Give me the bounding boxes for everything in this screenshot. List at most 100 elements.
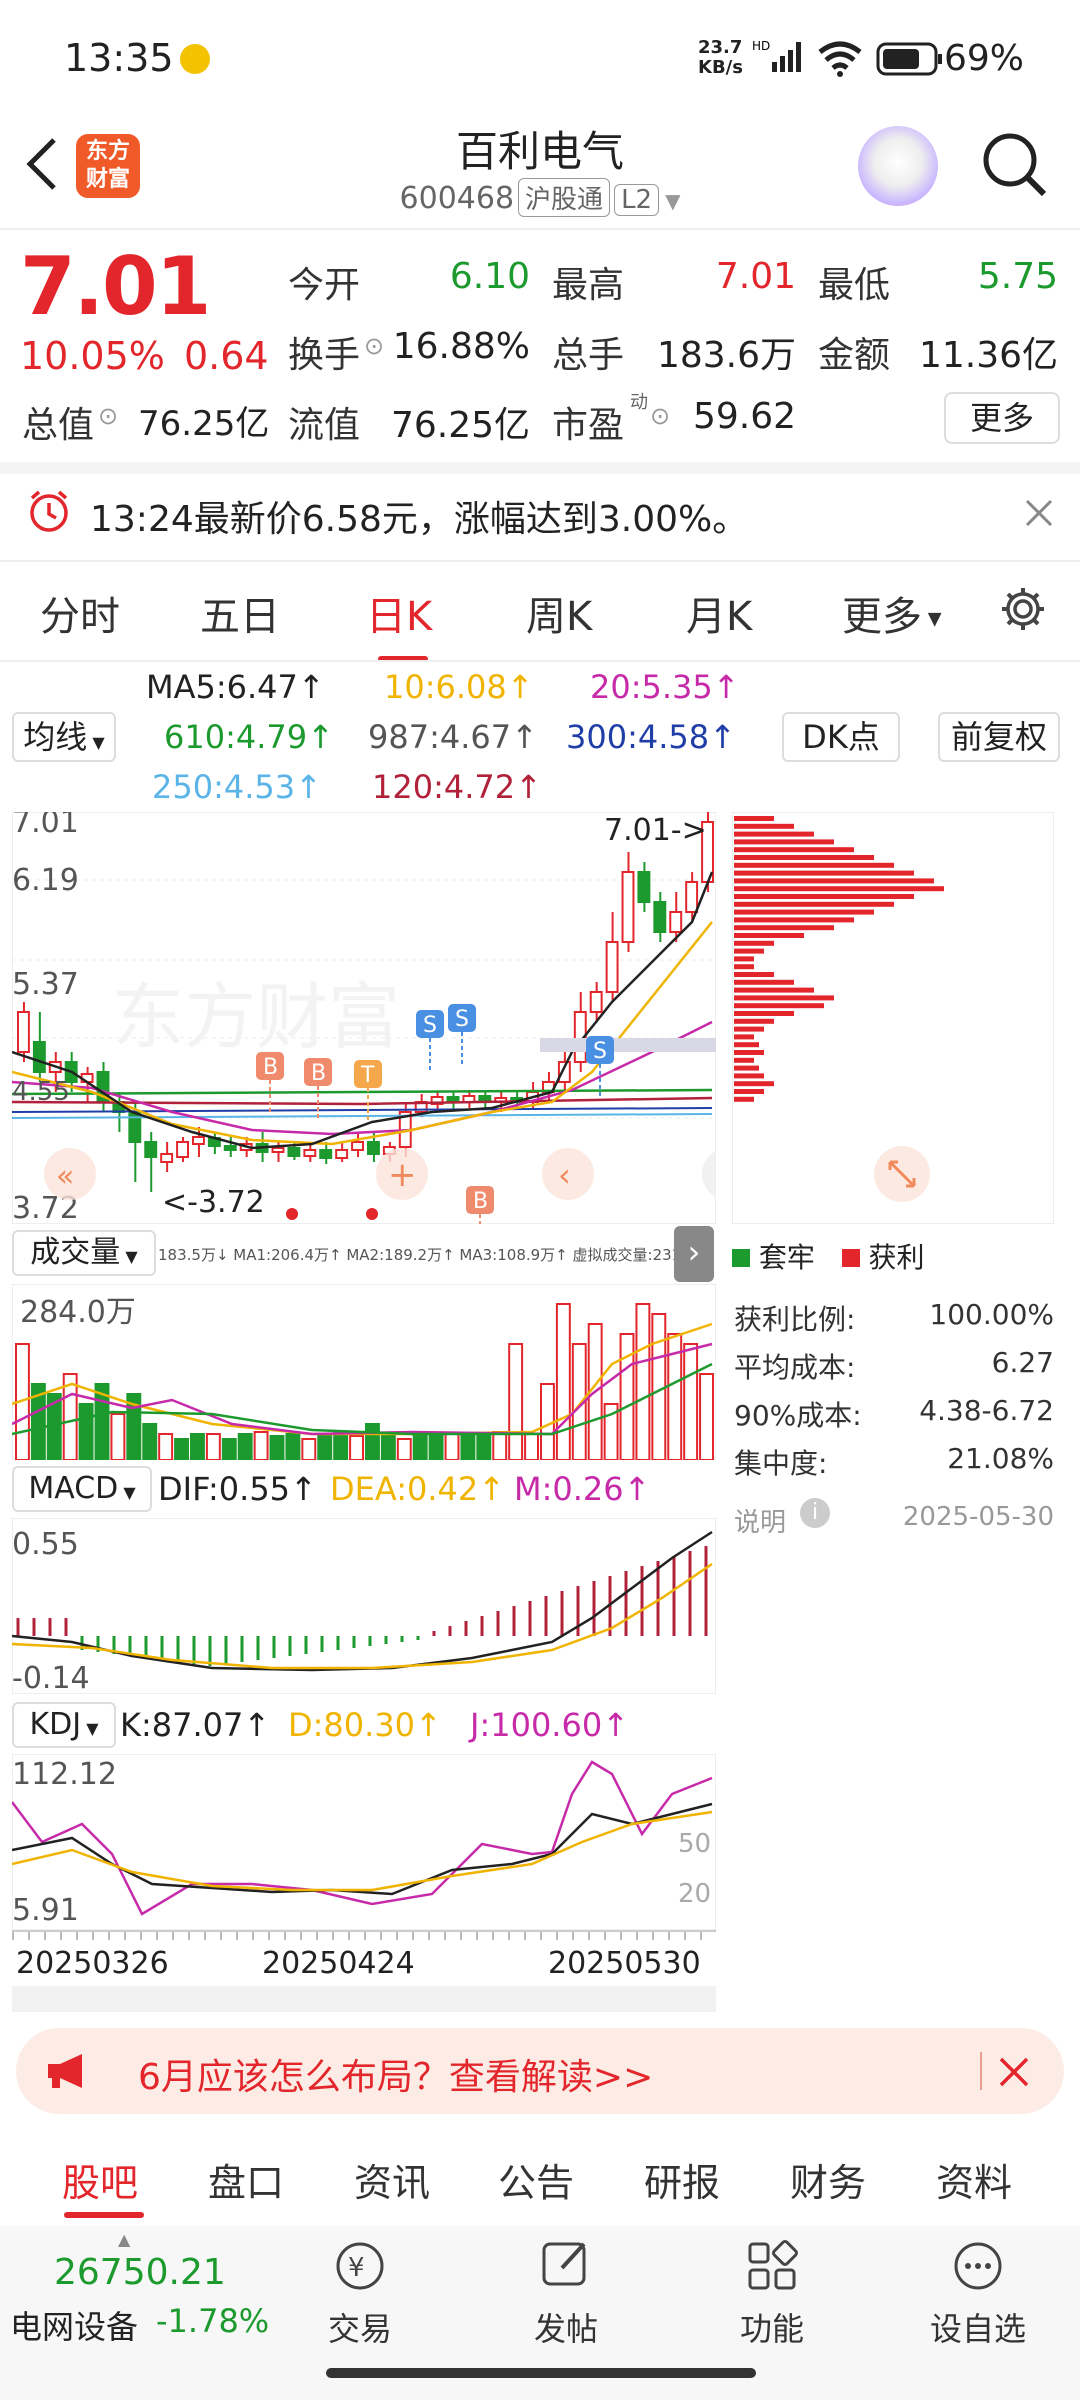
kdj-selector[interactable]: KDJ ▼ (12, 1702, 116, 1748)
assistant-avatar[interactable] (858, 126, 938, 206)
chip-bar (734, 964, 754, 970)
volume-bar (205, 1433, 221, 1460)
volume-bar (699, 1373, 714, 1460)
note-label[interactable]: 说明 (734, 1502, 786, 1539)
volume-bar (142, 1423, 158, 1460)
cost90-value: 4.38-6.72 (919, 1394, 1054, 1427)
chip-bar (734, 1042, 759, 1048)
candle-body (335, 1149, 349, 1159)
chip-bar (734, 1003, 824, 1009)
tab-daily-k[interactable]: 日K (366, 584, 432, 642)
close-icon[interactable] (1024, 498, 1054, 528)
kdj-y-top: 112.12 (12, 1757, 117, 1792)
chip-bar (734, 925, 834, 931)
tab-financials[interactable]: 财务 (790, 2152, 866, 2207)
chip-bar (734, 979, 794, 985)
volume-bar (683, 1343, 699, 1460)
watchlist-icon[interactable] (950, 2238, 1006, 2294)
promo-text[interactable]: 6月应该怎么布局？查看解读>> (138, 2048, 653, 2100)
status-bar: 13:35 23.7 KB/s HD 69% (0, 0, 1080, 110)
post-label[interactable]: 发帖 (496, 2304, 636, 2350)
candle-body (223, 1145, 237, 1151)
candle-body (32, 1041, 46, 1073)
info-icon[interactable]: ⊙ (364, 332, 384, 360)
tab-order-book[interactable]: 盘口 (208, 2152, 284, 2207)
turnover-value: 16.88% (392, 326, 530, 367)
divider (0, 560, 1080, 562)
home-indicator[interactable] (326, 2368, 756, 2378)
chevron-up-icon[interactable]: ▲ (118, 2230, 130, 2249)
divider (0, 660, 1080, 662)
tab-more-label: 更多 (842, 594, 922, 640)
candlestick-chart[interactable]: 东方财富 7.01 6.19 5.37 4.55 3.72 7.01-> <-3… (12, 812, 716, 1224)
post-icon[interactable] (538, 2236, 594, 2292)
volume-bar (460, 1435, 476, 1460)
candle-body (685, 881, 699, 913)
pe-label: 市盈 (552, 405, 625, 446)
volume-selector[interactable]: 成交量 ▼ (12, 1230, 156, 1276)
tab-intraday[interactable]: 分时 (40, 584, 120, 642)
chip-distribution-chart[interactable] (732, 812, 1054, 1224)
y-axis-2: 6.19 (12, 863, 79, 898)
high-label: 最高 (552, 265, 625, 306)
stock-code: 600468 (399, 181, 515, 216)
open-label: 今开 (288, 265, 361, 306)
avg-cost-value: 6.27 (991, 1346, 1054, 1379)
adjust-button[interactable]: 前复权 (938, 712, 1060, 762)
chip-bar (734, 1018, 774, 1024)
y-axis-top: 7.01 (12, 812, 79, 840)
kdj-chart[interactable]: 112.12 5.91 50 20 (12, 1754, 716, 1930)
watchlist-label[interactable]: 设自选 (908, 2304, 1048, 2350)
search-icon[interactable] (980, 130, 1050, 200)
dk-point-button[interactable]: DK点 (782, 712, 900, 762)
svg-text:HD: HD (752, 39, 770, 53)
mcap-value: 76.25亿 (138, 404, 270, 444)
profit-ratio-value: 100.00% (929, 1298, 1054, 1331)
close-icon[interactable] (998, 2056, 1030, 2088)
chip-bar (734, 940, 774, 946)
ma-selector[interactable]: 均线 ▼ (12, 712, 116, 762)
tab-research[interactable]: 研报 (644, 2152, 720, 2207)
info-icon[interactable]: i (800, 1498, 830, 1528)
chip-bar (734, 1081, 774, 1087)
high-value: 7.01 (715, 256, 796, 297)
volume-bar (301, 1438, 317, 1460)
function-grid-icon[interactable] (744, 2238, 800, 2294)
tab-news[interactable]: 资讯 (354, 2152, 430, 2207)
alarm-clock-icon (30, 490, 68, 532)
macd-chart[interactable]: 0.55 -0.14 (12, 1518, 716, 1694)
level2-tag: L2 (614, 184, 660, 216)
settings-gear-icon[interactable] (998, 584, 1048, 634)
tab-profile[interactable]: 资料 (936, 2152, 1012, 2207)
chart-footer (12, 1986, 716, 2012)
tab-more[interactable]: 更多 ▼ (842, 584, 942, 642)
index-name[interactable]: 电网设备 (10, 2302, 138, 2348)
candle-body (192, 1136, 205, 1145)
open-value: 6.10 (449, 256, 530, 297)
info-icon[interactable]: ⊙ (650, 402, 670, 430)
cost90-label: 90%成本: (734, 1399, 862, 1432)
tab-weekly-k[interactable]: 周K (526, 584, 592, 642)
macd-selector[interactable]: MACD ▼ (12, 1466, 152, 1512)
volume-bar (333, 1431, 349, 1460)
tab-announcements[interactable]: 公告 (498, 2152, 574, 2207)
candle-body (621, 871, 635, 943)
more-button[interactable]: 更多 (944, 392, 1060, 444)
macd-dea: DEA:0.42↑ (330, 1470, 506, 1508)
ma987-label: 987:4.67↑ (368, 718, 538, 756)
chip-bar (734, 1065, 759, 1071)
tab-forum[interactable]: 股吧 (62, 2152, 138, 2207)
trade-icon[interactable]: ¥ (332, 2238, 388, 2294)
ma300-label: 300:4.58↑ (566, 718, 736, 756)
tab-monthly-k[interactable]: 月K (686, 584, 752, 642)
volume-chart[interactable]: 284.0万 (12, 1284, 716, 1460)
chip-bar (734, 956, 754, 962)
chevron-right-icon[interactable]: › (674, 1226, 714, 1282)
trade-label[interactable]: 交易 (290, 2304, 430, 2350)
info-icon[interactable]: ⊙ (98, 402, 118, 430)
function-label[interactable]: 功能 (702, 2304, 842, 2350)
chip-bar (734, 823, 794, 829)
date-axis-ticks (12, 1930, 716, 1940)
index-value[interactable]: 26750.21 (54, 2252, 226, 2293)
tab-five-day[interactable]: 五日 (200, 584, 280, 642)
